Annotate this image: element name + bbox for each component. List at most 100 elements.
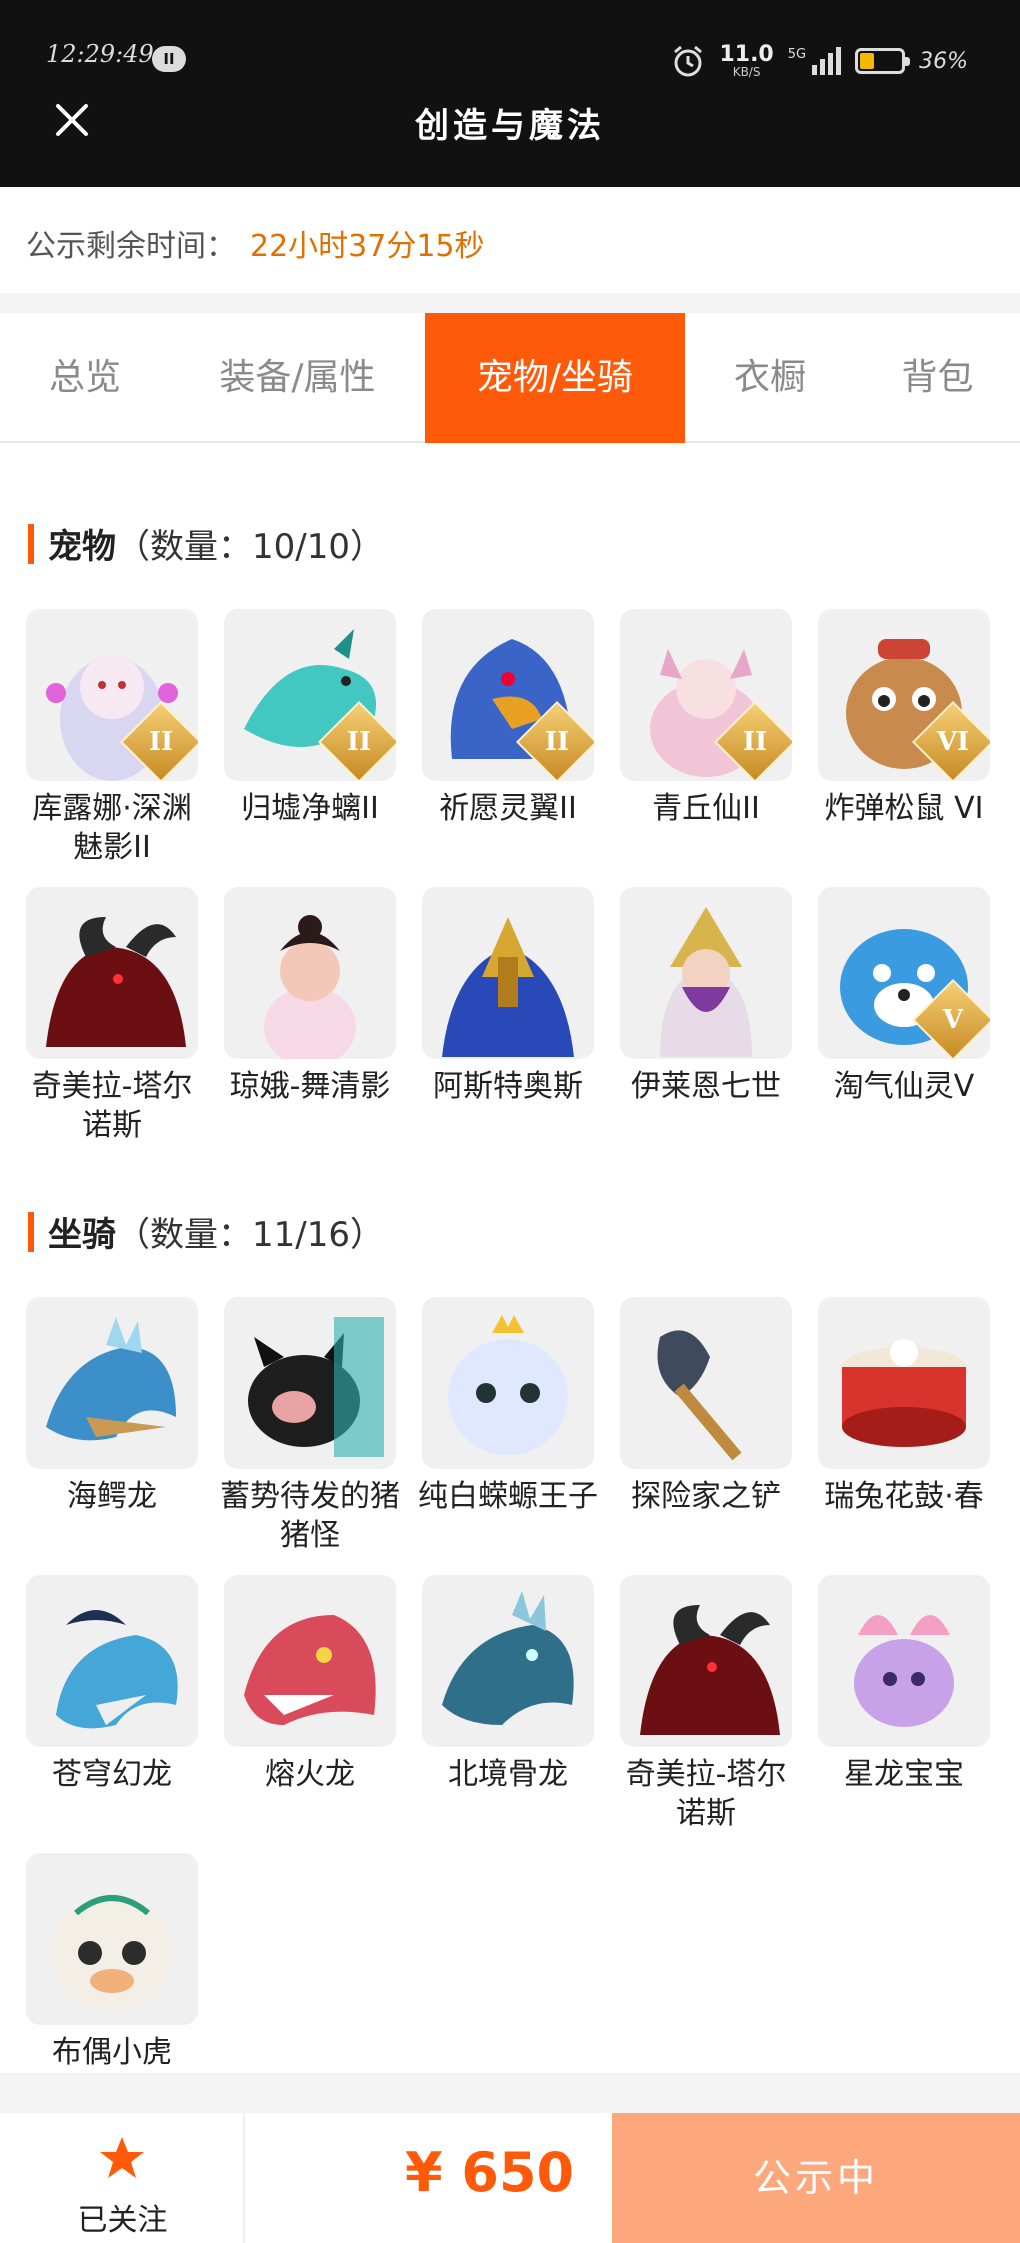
pets-item[interactable]: II 祈愿灵翼II [422, 609, 594, 867]
pets-item[interactable]: II 青丘仙II [620, 609, 792, 867]
tab-wardrobe[interactable]: 衣橱 [685, 313, 855, 443]
mounts-item-name: 北境骨龙 [448, 1757, 568, 1792]
pets-item[interactable]: 琼娥-舞清影 [224, 887, 396, 1145]
alarm-icon [674, 45, 703, 77]
pets-title: 宠物 [48, 527, 116, 567]
mounts-item[interactable]: 探险家之铲 [620, 1297, 792, 1555]
pets-thumbnail: II [422, 609, 594, 781]
pets-item[interactable]: V 淘气仙灵V [818, 887, 990, 1145]
pets-item[interactable]: 阿斯特奥斯 [422, 887, 594, 1145]
white-axolotl-icon [448, 1315, 568, 1455]
network-speed: 11.0 KB/S [719, 42, 774, 79]
pets-item[interactable]: II 归墟净螭II [224, 609, 396, 867]
tab-pets-mounts[interactable]: 宠物/坐骑 [425, 313, 685, 443]
pharaoh-queen-icon [660, 907, 752, 1057]
pets-thumbnail: V [818, 887, 990, 1059]
mounts-item-name: 星龙宝宝 [844, 1757, 964, 1792]
bottom-bar: 已关注 ¥ 650 公示中 [0, 2113, 1020, 2243]
mounts-thumbnail [26, 1853, 198, 2025]
section-accent [28, 1211, 34, 1252]
pets-thumbnail [620, 887, 792, 1059]
rank-badge-label: II [742, 727, 768, 757]
pets-item-name: 淘气仙灵V [833, 1069, 975, 1104]
pets-item[interactable]: II 库露娜·深渊魅影II [26, 609, 198, 867]
sky-dragon-icon [56, 1610, 178, 1729]
mounts-thumbnail [224, 1575, 396, 1747]
speed-value: 11.0 [719, 42, 774, 67]
mounts-item[interactable]: 熔火龙 [224, 1575, 396, 1833]
mounts-item-name: 奇美拉-塔尔诺斯 [625, 1757, 787, 1831]
pets-item-name: 归墟净螭II [241, 791, 379, 826]
mounts-item[interactable]: 海鳄龙 [26, 1297, 198, 1555]
mounts-item-name: 瑞兔花鼓·春 [824, 1479, 984, 1514]
tab-equipment[interactable]: 装备/属性 [170, 313, 425, 443]
black-pig-icon [248, 1317, 384, 1457]
mounts-thumbnail [422, 1297, 594, 1469]
battery-icon [855, 48, 911, 74]
pets-item[interactable]: 奇美拉-塔尔诺斯 [26, 887, 198, 1145]
publicity-status-button[interactable]: 公示中 [612, 2113, 1020, 2243]
pets-thumbnail [26, 887, 198, 1059]
red-drum-icon [842, 1339, 966, 1447]
pets-item[interactable]: VI 炸弹松鼠 VI [818, 609, 990, 867]
status-time: 12:29:49 [46, 40, 154, 68]
pets-item-name: 炸弹松鼠 VI [824, 791, 984, 826]
mounts-thumbnail [224, 1297, 396, 1469]
pets-thumbnail: VI [818, 609, 990, 781]
pets-item-name: 伊莱恩七世 [631, 1069, 781, 1104]
tab-overview[interactable]: 总览 [0, 313, 170, 443]
pets-thumbnail: II [224, 609, 396, 781]
pets-grid: II 库露娜·深渊魅影II II 归墟净螭II II 祈愿灵翼II II 青丘仙II VI 炸弹松… [26, 609, 1006, 1145]
mounts-item[interactable]: 苍穹幻龙 [26, 1575, 198, 1833]
sea-dragon-icon [46, 1317, 176, 1441]
content-area: 宠物 （数量：10/10） II 库露娜·深渊魅影II II 归墟净螭II II 祈愿灵翼… [0, 443, 1020, 2073]
mounts-item[interactable]: 瑞兔花鼓·春 [818, 1297, 990, 1555]
pets-item-name: 青丘仙II [652, 791, 760, 826]
lava-dragon-icon [244, 1615, 376, 1725]
mounts-item[interactable]: 星龙宝宝 [818, 1575, 990, 1833]
section-accent [28, 523, 34, 564]
follow-button[interactable]: 已关注 [0, 2113, 245, 2243]
signal-icon: 5G [787, 47, 842, 75]
tab-bar: 总览 装备/属性 宠物/坐骑 衣橱 背包 [0, 313, 1020, 443]
pets-thumbnail [422, 887, 594, 1059]
mounts-item[interactable]: 奇美拉-塔尔诺斯 [620, 1575, 792, 1833]
mounts-item[interactable]: 纯白蝾螈王子 [418, 1297, 598, 1555]
mounts-thumbnail [26, 1575, 198, 1747]
pets-item-name: 琼娥-舞清影 [229, 1069, 391, 1104]
mounts-thumbnail [620, 1297, 792, 1469]
page-title: 创造与魔法 [415, 106, 605, 146]
shovel-icon [657, 1330, 742, 1461]
pets-item[interactable]: 伊莱恩七世 [620, 887, 792, 1145]
rank-badge-label: V [942, 1005, 964, 1035]
battery-percent: 36% [919, 48, 968, 74]
status-pill-icon: II [152, 46, 186, 72]
mounts-item[interactable]: 蓄势待发的猪猪怪 [220, 1297, 400, 1555]
countdown-value: 22小时37分15秒 [250, 229, 485, 264]
tab-backpack[interactable]: 背包 [855, 313, 1020, 443]
pets-thumbnail [224, 887, 396, 1059]
mounts-item[interactable]: 北境骨龙 [422, 1575, 594, 1833]
mounts-thumbnail [818, 1297, 990, 1469]
mounts-item[interactable]: 布偶小虎 [26, 1853, 198, 2072]
rank-badge-label: VI [936, 727, 970, 757]
battery-fill [860, 53, 875, 69]
network-type: 5G [787, 47, 807, 62]
mounts-count: （数量：11/16） [116, 1215, 384, 1255]
mounts-item-name: 蓄势待发的猪猪怪 [220, 1479, 400, 1553]
mounts-item-name: 海鳄龙 [67, 1479, 157, 1514]
rank-badge-label: II [544, 727, 570, 757]
status-icons: 11.0 KB/S 5G 36% [671, 36, 968, 86]
rank-badge-label: II [148, 727, 174, 757]
pets-thumbnail: II [620, 609, 792, 781]
mounts-title: 坐骑 [48, 1215, 116, 1255]
pets-item-name: 阿斯特奥斯 [433, 1069, 583, 1104]
toy-tiger-icon [50, 1895, 174, 2011]
mounts-thumbnail [818, 1575, 990, 1747]
rank-badge-label: II [346, 727, 372, 757]
pets-section-header: 宠物 （数量：10/10） [28, 519, 384, 568]
countdown-notice: 公示剩余时间： 22小时37分15秒 [0, 187, 1020, 293]
dancer-girl-icon [264, 915, 356, 1059]
speed-unit: KB/S [732, 65, 761, 79]
mounts-grid: 海鳄龙 蓄势待发的猪猪怪 纯白蝾螈王子 探险家之铲 瑞兔花鼓·春苍穹幻龙 熔火龙 北境骨龙 奇… [26, 1297, 1006, 2072]
